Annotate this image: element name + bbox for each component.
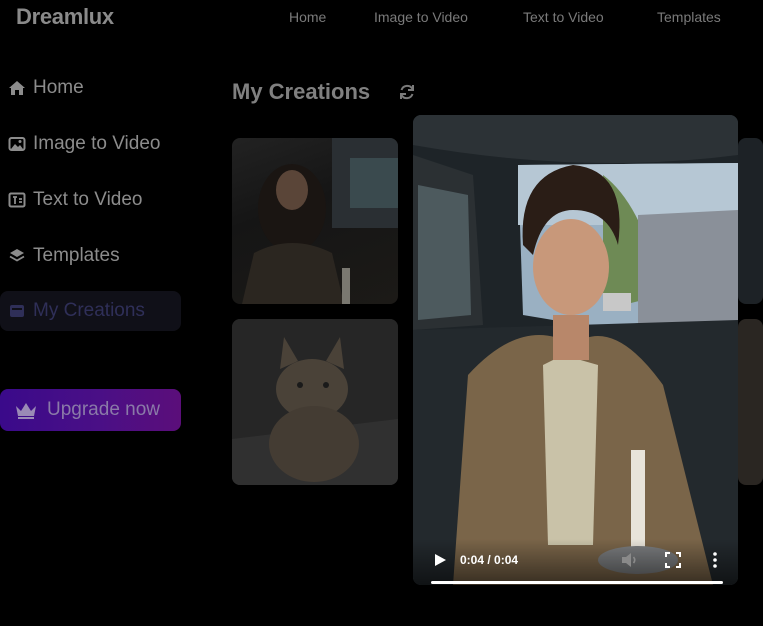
text-video-icon xyxy=(8,192,26,208)
sidebar-item-label: My Creations xyxy=(33,300,145,321)
sidebar-item-image-to-video[interactable]: Image to Video xyxy=(8,131,160,157)
creation-thumbnail-cat[interactable] xyxy=(232,319,398,485)
woman-portrait-image xyxy=(242,138,398,304)
sidebar-item-my-creations[interactable]: My Creations xyxy=(0,291,181,331)
sidebar-item-templates[interactable]: Templates xyxy=(8,243,120,269)
creation-thumbnail-woman[interactable] xyxy=(232,138,398,304)
sidebar-item-label: Templates xyxy=(33,245,120,266)
video-player[interactable]: 0:04 / 0:04 xyxy=(413,115,738,585)
video-progress-bar[interactable] xyxy=(431,581,723,584)
play-icon[interactable] xyxy=(433,553,447,567)
topnav-home[interactable]: Home xyxy=(289,9,326,25)
folder-icon xyxy=(10,305,24,317)
upgrade-label: Upgrade now xyxy=(47,399,161,420)
topnav-text-to-video[interactable]: Text to Video xyxy=(523,9,604,25)
topnav-templates[interactable]: Templates xyxy=(657,9,721,25)
sidebar-item-label: Image to Video xyxy=(33,133,161,154)
video-time: 0:04 / 0:04 xyxy=(460,553,519,567)
sidebar-item-label: Home xyxy=(33,77,84,98)
more-options-icon[interactable] xyxy=(712,551,718,569)
cat-image xyxy=(232,319,398,485)
page-title: My Creations xyxy=(232,79,371,104)
upgrade-button[interactable]: Upgrade now xyxy=(0,389,181,431)
creation-thumbnail-partial-2[interactable] xyxy=(738,319,763,485)
creation-thumbnail-partial-1[interactable] xyxy=(738,138,763,304)
home-icon xyxy=(9,81,25,95)
layers-icon xyxy=(9,249,25,262)
sidebar-item-text-to-video[interactable]: Text to Video xyxy=(8,187,143,213)
sidebar-item-label: Text to Video xyxy=(33,189,143,210)
logo[interactable]: Dreamlux xyxy=(16,4,114,30)
video-frame-image xyxy=(413,115,738,585)
image-icon xyxy=(8,137,26,151)
crown-icon xyxy=(16,403,36,419)
sidebar-item-home[interactable]: Home xyxy=(8,75,84,101)
refresh-icon[interactable] xyxy=(397,82,417,102)
topnav-image-to-video[interactable]: Image to Video xyxy=(374,9,468,25)
fullscreen-icon[interactable] xyxy=(665,552,681,568)
volume-icon[interactable] xyxy=(621,552,639,568)
sidebar-item-my-creations-row: My Creations xyxy=(8,298,145,324)
top-bar: Dreamlux Home Image to Video Text to Vid… xyxy=(0,0,763,34)
